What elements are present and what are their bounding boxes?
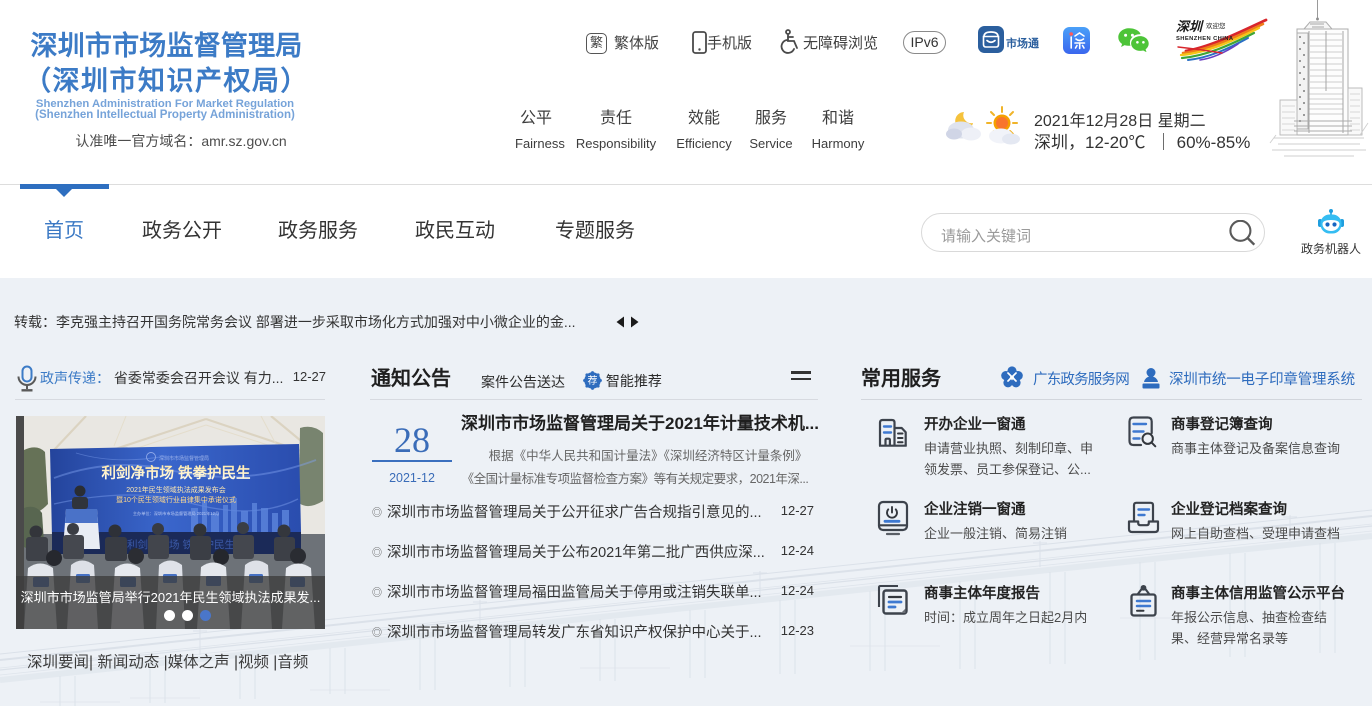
svg-text:深圳: 深圳 [1176, 19, 1204, 34]
svg-text:荐: 荐 [588, 375, 598, 387]
svg-text:利剑净市场 铁拳护民生: 利剑净市场 铁拳护民生 [127, 538, 235, 551]
svg-text:SHENZHEN CHINA: SHENZHEN CHINA [1176, 36, 1234, 42]
svg-text:利剑净市场 铁拳护民生: 利剑净市场 铁拳护民生 [101, 464, 251, 482]
svg-text:暨10个民生领域行业自律集中承诺仪式: 暨10个民生领域行业自律集中承诺仪式 [116, 495, 236, 504]
svg-text:深圳市市场监督管理局: 深圳市市场监督管理局 [159, 455, 209, 462]
svg-text:2021年民生领域执法成果发布会: 2021年民生领域执法成果发布会 [126, 485, 226, 494]
svg-text:主办单位：深圳市市场监督管理局 2021年12月: 主办单位：深圳市市场监督管理局 2021年12月 [133, 510, 219, 517]
svg-text:欢迎您: 欢迎您 [1206, 21, 1226, 30]
